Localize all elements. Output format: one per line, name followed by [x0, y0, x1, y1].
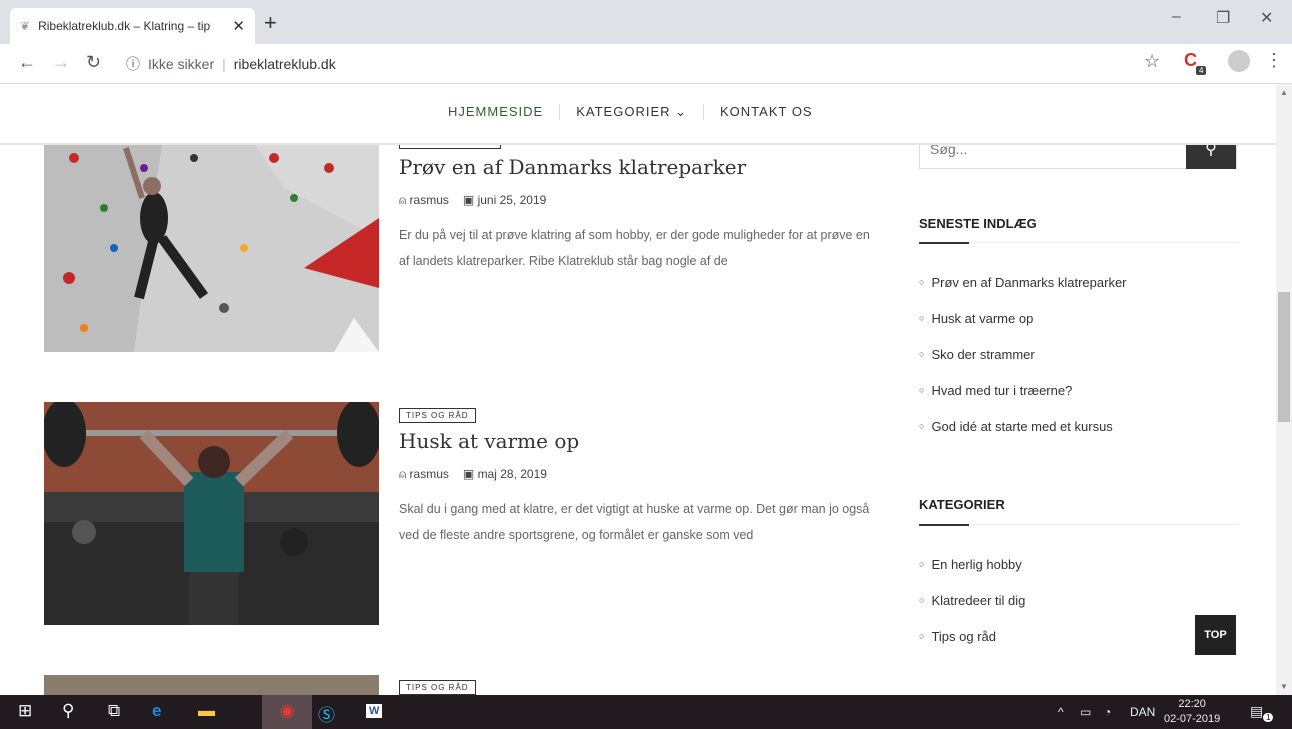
wifi-icon[interactable]: ◔ [1104, 705, 1111, 719]
file-explorer-icon[interactable]: ▬ [198, 701, 215, 721]
recent-post-link[interactable]: Sko der strammer [919, 336, 1127, 372]
profile-avatar[interactable] [1228, 50, 1250, 72]
chrome-icon[interactable]: ◉ [262, 695, 312, 729]
post-title[interactable]: Husk at varme op [399, 429, 879, 453]
author-name: rasmus [409, 467, 449, 481]
bookmark-star-icon[interactable]: ☆ [1144, 51, 1160, 72]
categories-title: KATEGORIER [919, 497, 1005, 512]
tab-title: Ribeklatreklub.dk – Klatring – tip [38, 19, 211, 33]
post-meta: ⍝ rasmus ▣ maj 28, 2019 [399, 467, 879, 482]
post-meta: ⍝ rasmus ▣ juni 25, 2019 [399, 193, 879, 208]
skype-icon[interactable]: Ⓢ [318, 701, 335, 726]
info-icon[interactable]: ⓘ [126, 54, 140, 74]
recent-posts-title: SENESTE INDLÆG [919, 216, 1037, 231]
scrollbar-thumb[interactable] [1278, 292, 1290, 422]
language-indicator[interactable]: DAN [1130, 705, 1155, 719]
task-view-icon[interactable]: ⧉ [108, 701, 120, 721]
clock-date: 02-07-2019 [1164, 713, 1221, 725]
post-author[interactable]: ⍝ rasmus [399, 467, 449, 482]
category-link[interactable]: En herlig hobby [919, 546, 1025, 582]
site-nav: HJEMMESIDE KATEGORIER ⌄ KONTAKT OS [0, 84, 1276, 145]
nav-divider [0, 143, 1276, 145]
windows-taskbar: ⊞ ⚲ ⧉ e ▬ ◉ Ⓢ W ^ ▭ ◔ DAN 22:20 02-07-20… [0, 695, 1292, 729]
edge-icon[interactable]: e [152, 701, 161, 721]
post-1: EN HERLIG HOBBY Prøv en af Danmarks klat… [399, 131, 879, 274]
post-title[interactable]: Prøv en af Danmarks klatreparker [399, 155, 879, 179]
post-excerpt: Er du på vej til at prøve klatring af so… [399, 228, 870, 268]
post-date[interactable]: ▣ maj 28, 2019 [463, 467, 547, 482]
recent-post-link[interactable]: Prøv en af Danmarks klatreparker [919, 264, 1126, 300]
nav-links: HJEMMESIDE KATEGORIER ⌄ KONTAKT OS [448, 104, 829, 120]
user-icon: ⍝ [399, 467, 410, 481]
url-text: ribeklatreklub.dk [233, 56, 336, 72]
security-label: Ikke sikker [148, 56, 215, 72]
scroll-up-icon[interactable]: ▲ [1280, 88, 1288, 97]
page-scrollbar[interactable]: ▲ ▼ [1276, 84, 1292, 695]
address-bar-row: ← → ↻ ⓘ Ikke sikker | ribeklatreklub.dk … [0, 44, 1292, 84]
extension-badge: 4 [1196, 66, 1207, 75]
url-separator: | [222, 56, 226, 72]
author-name: rasmus [409, 193, 449, 207]
post-category-badge[interactable]: TIPS OG RÅD [399, 408, 476, 423]
recent-post-link[interactable]: Hvad med tur i træerne? [919, 372, 1127, 408]
category-link[interactable]: Tips og råd [919, 618, 1025, 654]
post-image-climbing-wall[interactable] [44, 128, 379, 352]
url-field[interactable]: ⓘ Ikke sikker | ribeklatreklub.dk [118, 50, 1178, 78]
recent-posts-list: Prøv en af Danmarks klatreparker Husk at… [919, 264, 1127, 444]
post-date[interactable]: ▣ juni 25, 2019 [463, 193, 546, 208]
widget-divider [919, 242, 1239, 244]
new-tab-button[interactable]: + [264, 10, 277, 36]
post-image-weightlifting[interactable] [44, 402, 379, 625]
nav-home[interactable]: HJEMMESIDE [448, 104, 561, 120]
back-icon[interactable]: ← [18, 52, 36, 73]
reload-icon[interactable]: ↻ [86, 52, 101, 73]
windows-start-icon[interactable]: ⊞ [18, 701, 32, 721]
notification-count: 1 [1263, 713, 1274, 722]
nav-categories[interactable]: KATEGORIER ⌄ [560, 104, 705, 120]
post-2: TIPS OG RÅD Husk at varme op ⍝ rasmus ▣ … [399, 405, 879, 548]
show-hidden-icons[interactable]: ^ [1058, 705, 1064, 719]
categories-list: En herlig hobby Klatredeer til dig Tips … [919, 546, 1025, 654]
back-to-top-button[interactable]: TOP [1195, 615, 1236, 655]
post-3: TIPS OG RÅD [399, 677, 879, 695]
notifications-icon[interactable]: ▤ [1250, 703, 1263, 720]
user-icon: ⍝ [399, 193, 410, 207]
post-author[interactable]: ⍝ rasmus [399, 193, 449, 208]
post-image-partial[interactable] [44, 675, 379, 695]
browser-tab[interactable]: ❦ Ribeklatreklub.dk – Klatring – tip ✕ [10, 8, 255, 44]
close-tab-icon[interactable]: ✕ [232, 17, 245, 35]
favicon-icon: ❦ [20, 19, 31, 33]
calendar-icon: ▣ [462, 193, 478, 207]
post-excerpt: Skal du i gang med at klatre, er det vig… [399, 502, 870, 542]
forward-icon[interactable]: → [52, 52, 70, 73]
post-category-badge[interactable]: TIPS OG RÅD [399, 680, 476, 695]
network-icon[interactable]: ▭ [1080, 705, 1091, 719]
scroll-down-icon[interactable]: ▼ [1280, 682, 1288, 691]
clock-time: 22:20 [1178, 698, 1206, 710]
calendar-icon: ▣ [462, 467, 478, 481]
web-page: EN HERLIG HOBBY Prøv en af Danmarks klat… [0, 84, 1276, 695]
tab-strip: ❦ Ribeklatreklub.dk – Klatring – tip ✕ +… [0, 0, 1292, 44]
clock[interactable]: 22:20 02-07-2019 [1164, 697, 1220, 727]
restore-icon[interactable]: ❐ [1216, 8, 1230, 28]
widget-divider [919, 524, 1239, 526]
close-window-icon[interactable]: ✕ [1260, 8, 1273, 28]
category-link[interactable]: Klatredeer til dig [919, 582, 1025, 618]
date-text: juni 25, 2019 [477, 193, 547, 207]
word-icon[interactable]: W [366, 704, 383, 718]
date-text: maj 28, 2019 [477, 467, 547, 481]
menu-kebab-icon[interactable]: ⋮ [1265, 50, 1283, 71]
nav-contact[interactable]: KONTAKT OS [704, 104, 829, 120]
minimize-icon[interactable]: – [1172, 8, 1181, 26]
search-icon[interactable]: ⚲ [62, 701, 74, 721]
recent-post-link[interactable]: Husk at varme op [919, 300, 1127, 336]
recent-post-link[interactable]: God idé at starte med et kursus [919, 408, 1127, 444]
